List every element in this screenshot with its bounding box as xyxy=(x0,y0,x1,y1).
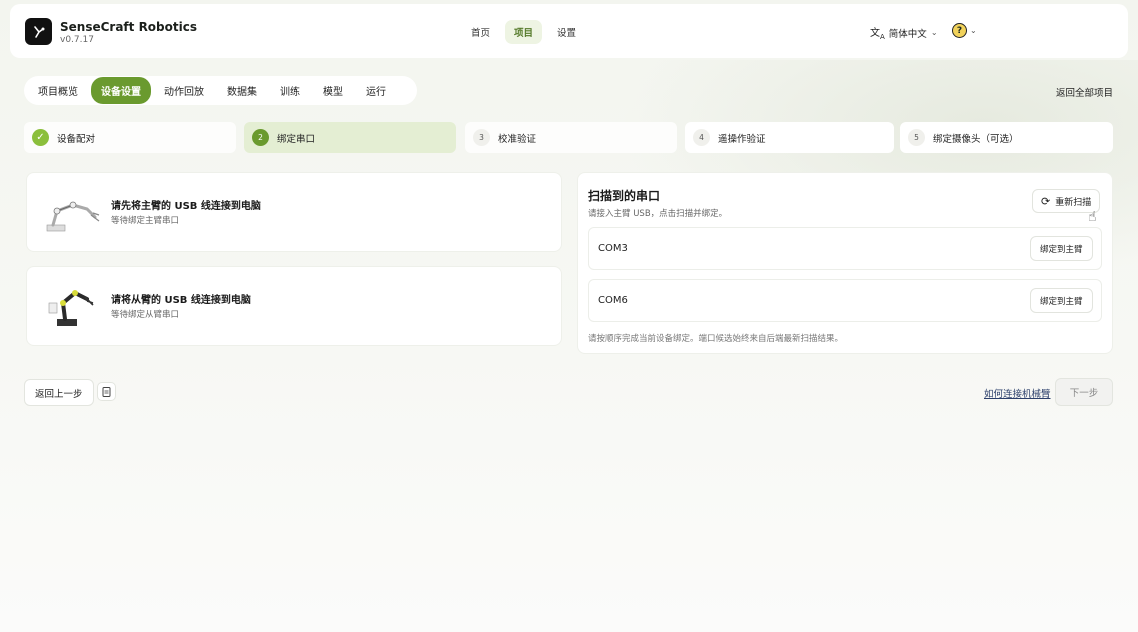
brand-name: SenseCraft Robotics xyxy=(60,20,197,34)
bind-to-leader-button[interactable]: 绑定到主臂 xyxy=(1030,236,1093,261)
step-teleop[interactable]: 4 遥操作验证 xyxy=(685,122,894,153)
language-selector[interactable]: 文A 简体中文 ⌄ xyxy=(870,24,938,41)
tab-model[interactable]: 模型 xyxy=(313,77,353,104)
step-number: 4 xyxy=(693,129,710,146)
help-menu[interactable]: ? ⌄ xyxy=(952,23,977,38)
chevron-down-icon: ⌄ xyxy=(970,26,977,35)
step-label: 绑定串口 xyxy=(277,133,316,145)
previous-step-button[interactable]: 返回上一步 xyxy=(24,379,94,406)
back-to-all-projects-link[interactable]: 返回全部项目 xyxy=(1056,85,1113,99)
how-to-connect-link[interactable]: 如何连接机械臂 xyxy=(984,386,1051,400)
scanned-ports-panel: 扫描到的串口 请接入主臂 USB，点击扫描并绑定。 ⟳ 重新扫描 COM3 绑定… xyxy=(577,172,1113,354)
top-bar: SenseCraft Robotics v0.7.17 首页 项目 设置 文A … xyxy=(10,4,1128,58)
leader-arm-card: 请先将主臂的 USB 线连接到电脑 等待绑定主臂串口 xyxy=(26,172,562,252)
follower-arm-title: 请将从臂的 USB 线连接到电脑 xyxy=(111,295,251,306)
document-button[interactable] xyxy=(97,382,116,401)
tab-run[interactable]: 运行 xyxy=(356,77,396,104)
leader-arm-image xyxy=(46,201,100,232)
chevron-down-icon: ⌄ xyxy=(930,28,938,37)
tab-replay[interactable]: 动作回放 xyxy=(154,77,214,104)
document-icon xyxy=(102,386,111,397)
step-label: 校准验证 xyxy=(498,133,537,145)
leader-arm-status: 等待绑定主臂串口 xyxy=(111,216,180,226)
port-name: COM6 xyxy=(598,295,628,306)
tab-dataset[interactable]: 数据集 xyxy=(217,77,267,104)
step-bind-serial[interactable]: 2 绑定串口 xyxy=(244,122,456,153)
app-version: v0.7.17 xyxy=(60,35,94,45)
next-step-button[interactable]: 下一步 xyxy=(1055,378,1113,406)
nav-projects[interactable]: 项目 xyxy=(505,20,543,44)
scan-subtitle: 请接入主臂 USB，点击扫描并绑定。 xyxy=(588,209,728,219)
nav-settings[interactable]: 设置 xyxy=(548,20,585,44)
step-number: 2 xyxy=(252,129,269,146)
tab-device-setup[interactable]: 设备设置 xyxy=(91,77,151,104)
refresh-icon: ⟳ xyxy=(1041,194,1051,208)
step-number: 3 xyxy=(473,129,490,146)
bind-to-leader-button[interactable]: 绑定到主臂 xyxy=(1030,288,1093,313)
follower-arm-card: 请将从臂的 USB 线连接到电脑 等待绑定从臂串口 xyxy=(26,266,562,346)
nav-home[interactable]: 首页 xyxy=(462,20,499,44)
check-icon: ✓ xyxy=(32,129,49,146)
step-camera[interactable]: 5 绑定摄像头（可选） xyxy=(900,122,1113,153)
tab-overview[interactable]: 项目概览 xyxy=(28,77,88,104)
mouse-pointer-icon: ☝ xyxy=(1088,209,1097,225)
question-circle-icon: ? xyxy=(952,23,967,38)
app-logo xyxy=(25,18,52,45)
follower-arm-status: 等待绑定从臂串口 xyxy=(111,310,180,320)
step-label: 遥操作验证 xyxy=(718,133,766,145)
scan-note: 请按顺序完成当前设备绑定。端口候选始终来自后端最新扫描结果。 xyxy=(588,334,844,344)
project-tabs: 项目概览 设备设置 动作回放 数据集 训练 模型 运行 xyxy=(24,76,417,105)
port-row: COM3 绑定到主臂 xyxy=(588,227,1102,270)
tab-train[interactable]: 训练 xyxy=(270,77,310,104)
translate-icon: 文A xyxy=(870,28,885,41)
port-name: COM3 xyxy=(598,243,628,254)
step-device-pairing[interactable]: ✓ 设备配对 xyxy=(24,122,236,153)
step-label: 绑定摄像头（可选） xyxy=(933,133,1019,145)
port-row: COM6 绑定到主臂 xyxy=(588,279,1102,322)
language-label: 简体中文 xyxy=(888,28,927,40)
rescan-label: 重新扫描 xyxy=(1055,197,1092,208)
step-number: 5 xyxy=(908,129,925,146)
top-nav: 首页 项目 设置 xyxy=(462,20,585,44)
step-calibration[interactable]: 3 校准验证 xyxy=(465,122,677,153)
leader-arm-title: 请先将主臂的 USB 线连接到电脑 xyxy=(111,201,261,212)
scan-title: 扫描到的串口 xyxy=(588,189,661,203)
step-label: 设备配对 xyxy=(57,133,96,145)
follower-arm-image xyxy=(48,290,94,326)
